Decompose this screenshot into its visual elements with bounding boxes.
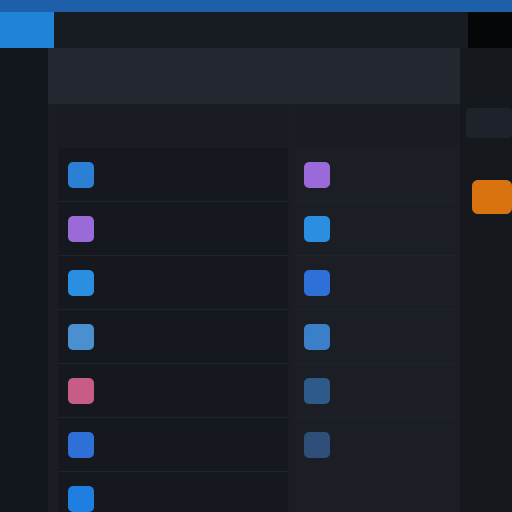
sidebar-item-1[interactable]	[0, 68, 48, 108]
app-icon	[68, 216, 94, 242]
sidebar	[0, 48, 48, 512]
list-item[interactable]	[58, 148, 288, 202]
cloud-icon	[68, 270, 94, 296]
left-list-panel	[58, 104, 288, 512]
folder-icon	[304, 432, 330, 458]
list-item[interactable]	[58, 418, 288, 472]
sidebar-item-5[interactable]	[0, 268, 48, 308]
list-item[interactable]	[294, 364, 460, 418]
sidebar-item-4[interactable]	[0, 218, 48, 258]
list-item[interactable]	[58, 202, 288, 256]
list-item[interactable]	[58, 256, 288, 310]
sidebar-item-2[interactable]	[0, 118, 48, 158]
folder-icon	[68, 162, 94, 188]
file-icon	[304, 378, 330, 404]
list-item[interactable]	[58, 472, 288, 512]
list-item[interactable]	[294, 310, 460, 364]
sidebar-item-3[interactable]	[0, 168, 48, 208]
list-item[interactable]	[294, 256, 460, 310]
right-panel-header	[294, 104, 460, 148]
sidebar-item-6[interactable]	[0, 318, 48, 358]
detail-block[interactable]	[466, 108, 512, 138]
window-controls[interactable]	[468, 12, 512, 48]
list-item[interactable]	[294, 202, 460, 256]
sidebar-item-7[interactable]	[0, 368, 48, 408]
toolbar	[48, 48, 460, 104]
drive-icon	[68, 432, 94, 458]
right-detail-panel	[460, 48, 512, 512]
active-app-tab[interactable]	[0, 12, 54, 48]
network-icon	[304, 324, 330, 350]
list-item[interactable]	[294, 148, 460, 202]
cloud-icon	[304, 216, 330, 242]
main-content	[48, 48, 460, 512]
drive-icon	[304, 270, 330, 296]
app-icon	[304, 162, 330, 188]
list-item[interactable]	[294, 418, 460, 472]
left-panel-header	[58, 104, 288, 148]
window-top-bar	[0, 0, 512, 12]
image-icon	[68, 378, 94, 404]
list-item[interactable]	[58, 364, 288, 418]
accent-badge[interactable]	[472, 180, 512, 214]
title-bar	[54, 12, 512, 48]
right-list-panel	[294, 104, 460, 512]
sidebar-item-8[interactable]	[0, 418, 48, 458]
file-icon	[68, 324, 94, 350]
list-item[interactable]	[58, 310, 288, 364]
network-icon	[68, 486, 94, 512]
